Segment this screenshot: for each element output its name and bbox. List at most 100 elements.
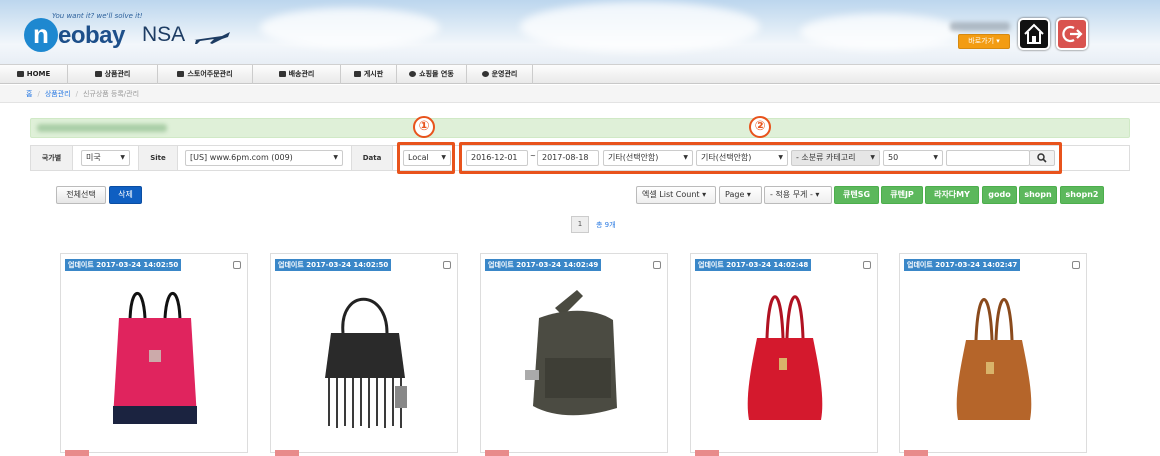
user-icon [481, 71, 489, 77]
main-nav: HOME 상품관리 스토어주문관리 배송관리 게시판 쇼핑몰 연동 운영관리 [0, 64, 1160, 84]
card-tag [275, 450, 299, 456]
go-to-button[interactable]: 바로가기 ▾ [958, 34, 1010, 49]
logo-letter: n [24, 18, 58, 52]
delete-button[interactable]: 삭제 [109, 186, 142, 204]
platform-button-qoo10sg[interactable]: 큐텐SG [834, 186, 879, 204]
home-icon [16, 71, 24, 77]
nav-label: 배송관리 [288, 70, 315, 78]
product-card[interactable]: 업데이트 2017-03-24 14:02:48 [690, 253, 878, 456]
breadcrumb-current: 신규상품 등록/관리 [82, 90, 140, 98]
update-badge: 업데이트 2017-03-24 14:02:50 [275, 259, 392, 271]
product-image [525, 290, 617, 416]
product-checkbox[interactable] [443, 261, 451, 269]
site-label: Site [138, 146, 178, 170]
country-select[interactable]: 미국 ▼ [81, 150, 130, 166]
pagination-current[interactable]: 1 [571, 216, 589, 233]
product-image [956, 298, 1032, 420]
card-tag [485, 450, 509, 456]
store-icon [177, 71, 185, 77]
nav-item-board[interactable]: 게시판 [341, 65, 397, 84]
country-label: 국가별 [31, 146, 73, 170]
platform-button-shopn[interactable]: shopn [1019, 186, 1057, 204]
nav-label: 쇼핑몰 연동 [419, 70, 454, 78]
caret-down-icon: ▼ [120, 154, 125, 161]
highlight-box-1 [397, 142, 455, 174]
logo-tagline: You want it? we'll solve it! [52, 12, 143, 20]
data-label: Data [351, 146, 393, 170]
nav-label: 상품관리 [104, 70, 131, 78]
platform-button-godo[interactable]: godo [982, 186, 1017, 204]
product-card[interactable]: 업데이트 2017-03-24 14:02:50 [270, 253, 458, 456]
site-select[interactable]: [US] www.6pm.com (009) ▼ [185, 150, 343, 166]
excel-label: 엑셀 List Count [642, 190, 700, 199]
comments-icon [353, 71, 361, 77]
page-label: Page [725, 190, 745, 199]
product-checkbox[interactable] [1072, 261, 1080, 269]
product-checkbox[interactable] [233, 261, 241, 269]
airplane-icon [194, 32, 230, 44]
header: You want it? we'll solve it! n eobay NSA… [0, 0, 1160, 64]
product-card[interactable]: 업데이트 2017-03-24 14:02:47 [899, 253, 1087, 456]
platform-button-shopn2[interactable]: shopn2 [1060, 186, 1104, 204]
cloud-decoration [520, 2, 760, 52]
annotation-2: ② [749, 116, 771, 138]
breadcrumb-products[interactable]: 상품관리 [45, 90, 71, 98]
product-card[interactable]: 업데이트 2017-03-24 14:02:49 [480, 253, 668, 456]
cloud-decoration [800, 14, 960, 50]
logo-word: eobay [58, 22, 125, 49]
site-value: [US] www.6pm.com (009) [190, 153, 293, 162]
weight-label: - 적용 무게 - [770, 190, 813, 199]
page-dropdown[interactable]: Page ▾ [719, 186, 762, 204]
update-badge: 업데이트 2017-03-24 14:02:47 [904, 259, 1021, 271]
nav-label: 운영관리 [491, 70, 518, 78]
breadcrumb-home[interactable]: 홈 [26, 90, 32, 98]
home-icon [1024, 23, 1044, 44]
nav-item-operations[interactable]: 운영관리 [467, 65, 533, 84]
home-button[interactable] [1018, 18, 1050, 50]
platform-button-lazadamy[interactable]: 라자다MY [925, 186, 979, 204]
product-image [747, 295, 823, 420]
nav-label: HOME [26, 70, 51, 78]
nav-item-home[interactable]: HOME [0, 65, 68, 84]
highlight-box-2 [459, 142, 1062, 174]
caret-down-icon: ▼ [333, 154, 338, 161]
logo-nsa: NSA [142, 23, 186, 46]
nav-item-mall-link[interactable]: 쇼핑몰 연동 [397, 65, 467, 84]
excel-list-count-dropdown[interactable]: 엑셀 List Count ▾ [636, 186, 716, 204]
product-checkbox[interactable] [653, 261, 661, 269]
gift-icon [94, 71, 102, 77]
total-count: 총 9개 [596, 221, 616, 229]
breadcrumb-separator: / [75, 90, 78, 98]
nav-label: 게시판 [363, 70, 384, 78]
platform-button-qoo10jp[interactable]: 큐텐JP [881, 186, 923, 204]
card-tag [65, 450, 89, 456]
breadcrumb: 홈 / 상품관리 / 신규상품 등록/관리 [0, 85, 1160, 103]
truck-icon [278, 71, 286, 77]
update-badge: 업데이트 2017-03-24 14:02:48 [695, 259, 812, 271]
product-checkbox[interactable] [863, 261, 871, 269]
logout-button[interactable] [1056, 18, 1088, 50]
logout-icon [1062, 25, 1083, 43]
product-card[interactable]: 업데이트 2017-03-24 14:02:50 [60, 253, 248, 456]
update-badge: 업데이트 2017-03-24 14:02:50 [65, 259, 182, 271]
annotation-1: ① [413, 116, 435, 138]
alert-text-blurred [37, 124, 167, 132]
nav-item-products[interactable]: 상품관리 [68, 65, 158, 84]
product-image [113, 292, 197, 424]
breadcrumb-separator: / [37, 90, 40, 98]
weight-dropdown[interactable]: - 적용 무게 - ▾ [764, 186, 832, 204]
nav-item-shipping[interactable]: 배송관리 [253, 65, 341, 84]
user-name-blurred [950, 22, 1010, 31]
card-tag [904, 450, 928, 456]
info-alert [30, 118, 1130, 138]
card-tag [695, 450, 719, 456]
refresh-icon [409, 71, 417, 77]
nav-item-store-orders[interactable]: 스토어주문관리 [158, 65, 253, 84]
cloud-decoration [260, 8, 440, 48]
update-badge: 업데이트 2017-03-24 14:02:49 [485, 259, 602, 271]
country-value: 미국 [86, 153, 101, 162]
product-image [325, 297, 407, 428]
select-all-button[interactable]: 전체선택 [56, 186, 106, 204]
neobay-logo[interactable]: You want it? we'll solve it! n eobay NSA [24, 8, 234, 56]
nav-label: 스토어주문관리 [187, 70, 233, 78]
